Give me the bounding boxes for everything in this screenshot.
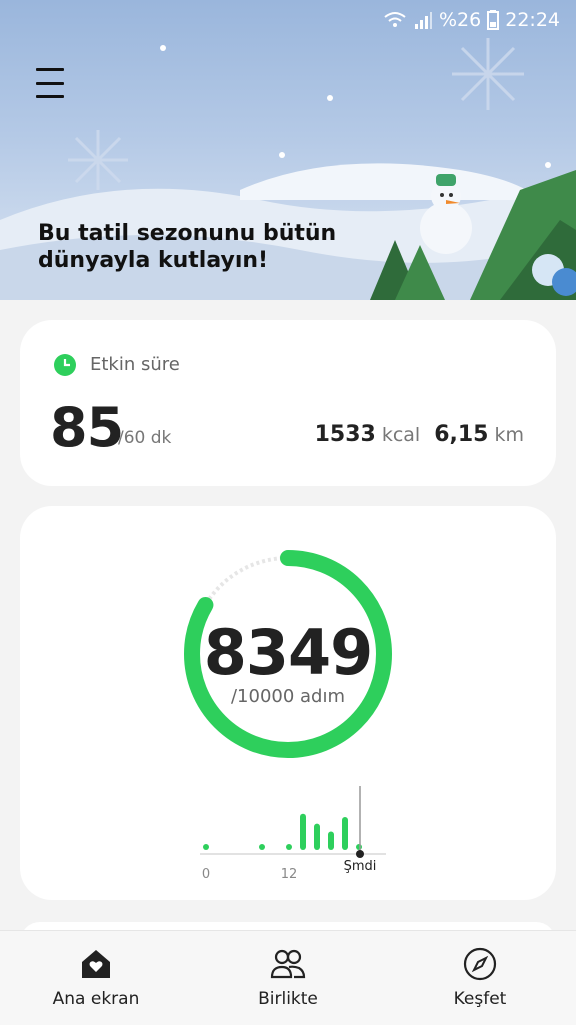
calories-value: 1533	[314, 422, 376, 447]
active-time-value: 85	[50, 396, 124, 459]
people-icon	[270, 949, 306, 979]
nav-discover-label: Keşfet	[453, 989, 507, 1009]
now-marker-dot	[356, 850, 364, 858]
menu-button[interactable]	[36, 68, 64, 98]
clock-icon	[54, 354, 76, 376]
active-time-card[interactable]: Etkin süre 85 /60 dk 1533 kcal 6,15 km	[20, 320, 556, 486]
activity-bar	[259, 844, 265, 850]
x-tick-now: Şmdi	[344, 859, 377, 874]
activity-bar	[314, 823, 320, 850]
x-tick-0: 0	[202, 867, 210, 882]
active-time-label: Etkin süre	[90, 354, 180, 375]
calories-unit: kcal	[381, 424, 421, 446]
activity-bar	[342, 817, 348, 850]
bottom-navigation: Ana ekran Birlikte Keşfet	[0, 930, 576, 1025]
activity-bar	[328, 831, 334, 850]
nav-together-label: Birlikte	[258, 989, 318, 1009]
distance-value: 6,15	[434, 422, 489, 447]
activity-bar	[300, 813, 306, 850]
activity-bar	[203, 844, 209, 850]
activity-mini-chart: 0 12 Şmdi	[200, 786, 386, 882]
home-heart-icon	[82, 950, 110, 978]
steps-card[interactable]: 8349 /10000 adım 0 12 Şmdi	[20, 506, 556, 900]
status-bar: %26 22:24	[383, 6, 560, 34]
battery-icon	[487, 10, 500, 30]
activity-bar	[356, 844, 362, 850]
nav-home-label: Ana ekran	[52, 989, 140, 1009]
battery-percentage: %26	[439, 9, 482, 31]
holiday-banner[interactable]: %26 22:24 Bu tatil sezonunu bütün dünyay…	[0, 0, 576, 300]
nav-home[interactable]: Ana ekran	[0, 931, 192, 1025]
steps-count: 8349	[203, 616, 374, 689]
wifi-icon	[384, 12, 406, 27]
steps-goal: /10000 adım	[230, 686, 346, 707]
menu-icon-line	[36, 68, 64, 71]
nav-together[interactable]: Birlikte	[192, 931, 384, 1025]
nav-discover[interactable]: Keşfet	[384, 931, 576, 1025]
compass-icon	[463, 947, 497, 981]
banner-title: Bu tatil sezonunu bütün dünyayla kutlayı…	[38, 221, 337, 273]
active-time-goal: /60 dk	[118, 428, 172, 448]
clock-time: 22:24	[505, 9, 560, 31]
activity-bar	[286, 844, 292, 850]
menu-icon-line	[36, 95, 64, 98]
signal-icon	[415, 12, 432, 29]
distance-unit: km	[494, 424, 524, 446]
activity-stats: 1533 kcal 6,15 km	[315, 422, 524, 447]
x-tick-12: 12	[281, 867, 298, 882]
menu-icon-line	[36, 81, 64, 85]
